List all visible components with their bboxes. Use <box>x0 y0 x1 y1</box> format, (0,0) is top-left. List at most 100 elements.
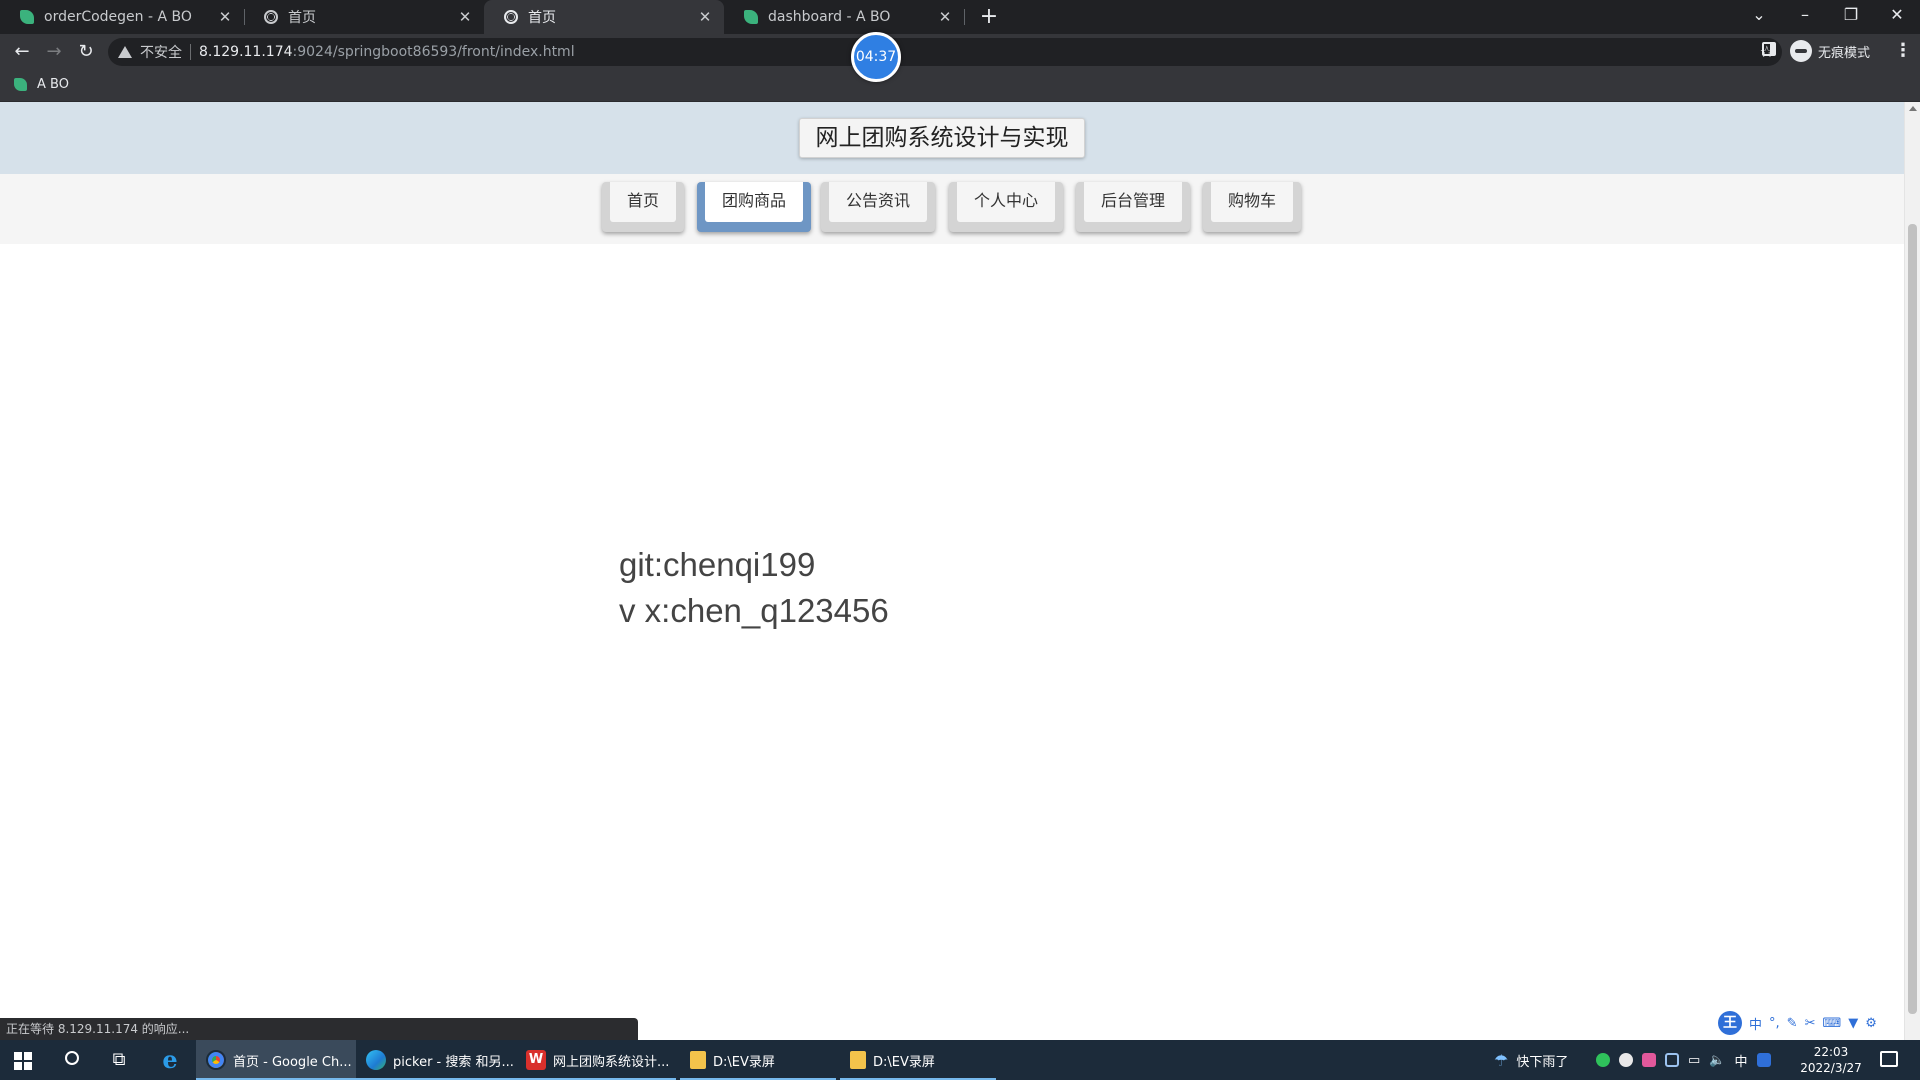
taskbar-app-edge[interactable]: picker - 搜索 和另... <box>356 1040 516 1080</box>
globe-icon <box>504 10 518 24</box>
taskbar-app-folder[interactable]: D:\EV录屏 <box>840 1040 996 1080</box>
recording-timer[interactable]: 04:37 <box>851 32 901 82</box>
nav-label[interactable]: 首页 <box>610 182 676 222</box>
tab-search-icon[interactable]: ⌄ <box>1736 0 1782 30</box>
incognito-indicator[interactable]: 无痕模式 <box>1790 40 1870 62</box>
taskbar-app-folder[interactable]: D:\EV录屏 <box>680 1040 836 1080</box>
scroll-thumb[interactable] <box>1908 224 1917 1014</box>
system-clock[interactable]: 22:03 2022/3/27 <box>1796 1044 1866 1076</box>
volume-icon[interactable]: 🔈 <box>1709 1053 1725 1068</box>
nav-admin[interactable]: 后台管理 <box>1076 182 1190 232</box>
clock-time: 22:03 <box>1813 1045 1849 1059</box>
tab-title: orderCodegen - A BO <box>44 9 192 25</box>
taskbar-app-label: D:\EV录屏 <box>873 1054 935 1070</box>
taskbar-app-wps[interactable]: W 网上团购系统设计... <box>516 1040 676 1080</box>
forward-icon[interactable]: → <box>42 40 66 64</box>
url-path[interactable]: :9024/springboot86593/front/index.html <box>293 44 575 60</box>
shirt-icon[interactable]: ▼ <box>1848 1016 1858 1031</box>
taskbar-app-label: 网上团购系统设计... <box>553 1054 670 1070</box>
nav-cart[interactable]: 购物车 <box>1203 182 1301 232</box>
address-bar[interactable]: 不安全 8.129.11.174 :9024/springboot86593/f… <box>108 38 1782 66</box>
taskbar: ⧉ e 首页 - Google Ch... picker - 搜索 和另... … <box>0 1040 1920 1080</box>
task-view-icon[interactable]: ⧉ <box>107 1048 131 1072</box>
bookmark-item[interactable]: A BO <box>14 77 69 92</box>
browser-tab-strip: orderCodegen - A BO ✕ 首页 ✕ 首页 ✕ dashboar… <box>0 0 1920 34</box>
nav-home[interactable]: 首页 <box>602 182 684 232</box>
menu-icon[interactable]: ⋮ <box>1894 40 1912 61</box>
weather-widget[interactable]: ☂ 快下雨了 <box>1494 1040 1568 1080</box>
restore-icon[interactable]: ❐ <box>1828 0 1874 30</box>
leaf-icon <box>14 78 27 91</box>
scissors-icon[interactable]: ✂ <box>1805 1016 1816 1031</box>
page-scrollbar[interactable] <box>1904 102 1920 1040</box>
ime-punctuation[interactable]: °, <box>1769 1016 1780 1031</box>
leaf-icon <box>20 10 34 24</box>
nav-label[interactable]: 个人中心 <box>957 182 1055 222</box>
contact-info: git:chenqi199 v x:chen_q123456 <box>619 542 889 634</box>
leaf-icon <box>744 10 758 24</box>
incognito-icon <box>1790 40 1812 62</box>
notification-icon[interactable] <box>1880 1051 1898 1067</box>
folder-icon <box>850 1051 866 1069</box>
ime-logo[interactable]: 王 <box>1718 1011 1742 1035</box>
browser-toolbar: ← → ↻ 不安全 8.129.11.174 :9024/springboot8… <box>0 34 1920 70</box>
taskbar-app-label: D:\EV录屏 <box>713 1054 775 1070</box>
chrome-icon <box>206 1050 226 1070</box>
shield-icon[interactable] <box>1665 1053 1679 1067</box>
qq-icon[interactable] <box>1619 1053 1633 1067</box>
close-icon[interactable]: ✕ <box>936 8 954 26</box>
tab-ordercodegen[interactable]: orderCodegen - A BO ✕ <box>0 0 244 34</box>
taskbar-app-label: picker - 搜索 和另... <box>393 1054 514 1070</box>
search-icon[interactable] <box>60 1048 84 1072</box>
close-icon[interactable]: ✕ <box>696 8 714 26</box>
taskbar-app-label: 首页 - Google Ch... <box>233 1054 352 1070</box>
tab-title: dashboard - A BO <box>768 9 891 25</box>
tab-homepage-1[interactable]: 首页 ✕ <box>244 0 484 34</box>
scroll-up-arrow[interactable] <box>1909 106 1917 111</box>
site-title: 网上团购系统设计与实现 <box>799 118 1085 158</box>
new-tab-button[interactable]: + <box>976 4 1002 30</box>
security-label[interactable]: 不安全 <box>140 42 182 62</box>
system-tray: ▭ 🔈 中 <box>1596 1040 1771 1080</box>
contact-git: git:chenqi199 <box>619 546 816 583</box>
taskbar-app-chrome[interactable]: 首页 - Google Ch... <box>196 1040 356 1080</box>
pen-icon[interactable]: ✎ <box>1787 1016 1798 1031</box>
tab-dashboard[interactable]: dashboard - A BO ✕ <box>724 0 964 34</box>
close-icon[interactable]: ✕ <box>216 8 234 26</box>
keyboard-icon[interactable]: ⌨ <box>1822 1016 1841 1031</box>
nav-personal-center[interactable]: 个人中心 <box>949 182 1063 232</box>
nav-label[interactable]: 团购商品 <box>705 182 803 222</box>
nav-announcements[interactable]: 公告资讯 <box>821 182 935 232</box>
nav-label[interactable]: 公告资讯 <box>829 182 927 222</box>
tab-title: 首页 <box>288 10 316 26</box>
omnibox-divider <box>190 44 191 60</box>
warning-icon[interactable] <box>118 46 132 58</box>
site-header: 网上团购系统设计与实现 <box>0 102 1904 174</box>
window-close-icon[interactable]: ✕ <box>1874 0 1920 30</box>
nav-label[interactable]: 购物车 <box>1211 182 1293 222</box>
url-host[interactable]: 8.129.11.174 <box>199 44 293 60</box>
wps-icon: W <box>526 1050 546 1070</box>
tab-homepage-2[interactable]: 首页 ✕ <box>484 0 724 34</box>
web-page: 网上团购系统设计与实现 首页 团购商品 公告资讯 个人中心 后台管理 购物车 g… <box>0 102 1904 1019</box>
ime-tray-icon[interactable] <box>1756 1053 1771 1067</box>
app-tray-icon[interactable] <box>1642 1053 1656 1067</box>
back-icon[interactable]: ← <box>10 40 34 64</box>
reload-icon[interactable]: ↻ <box>74 40 98 64</box>
weather-label: 快下雨了 <box>1516 1054 1569 1070</box>
close-icon[interactable]: ✕ <box>456 8 474 26</box>
nav-group-products[interactable]: 团购商品 <box>697 182 811 232</box>
bookmarks-bar: A BO <box>0 70 1920 102</box>
windows-start-icon[interactable] <box>14 1052 32 1070</box>
ime-toolbar[interactable]: 王 中 °, ✎ ✂ ⌨ ▼ ⚙ <box>1718 1010 1877 1036</box>
settings-icon[interactable]: ⚙ <box>1865 1016 1877 1031</box>
network-icon[interactable]: ▭ <box>1688 1053 1700 1068</box>
ime-mode[interactable]: 中 <box>1749 1014 1762 1033</box>
nav-label[interactable]: 后台管理 <box>1084 182 1182 222</box>
side-panel-icon[interactable] <box>1762 42 1776 56</box>
minimize-icon[interactable]: – <box>1782 0 1828 30</box>
internet-explorer-icon[interactable]: e <box>158 1048 182 1072</box>
ime-indicator[interactable]: 中 <box>1734 1051 1747 1070</box>
bookmark-label: A BO <box>37 77 69 92</box>
wechat-icon[interactable] <box>1596 1053 1610 1067</box>
